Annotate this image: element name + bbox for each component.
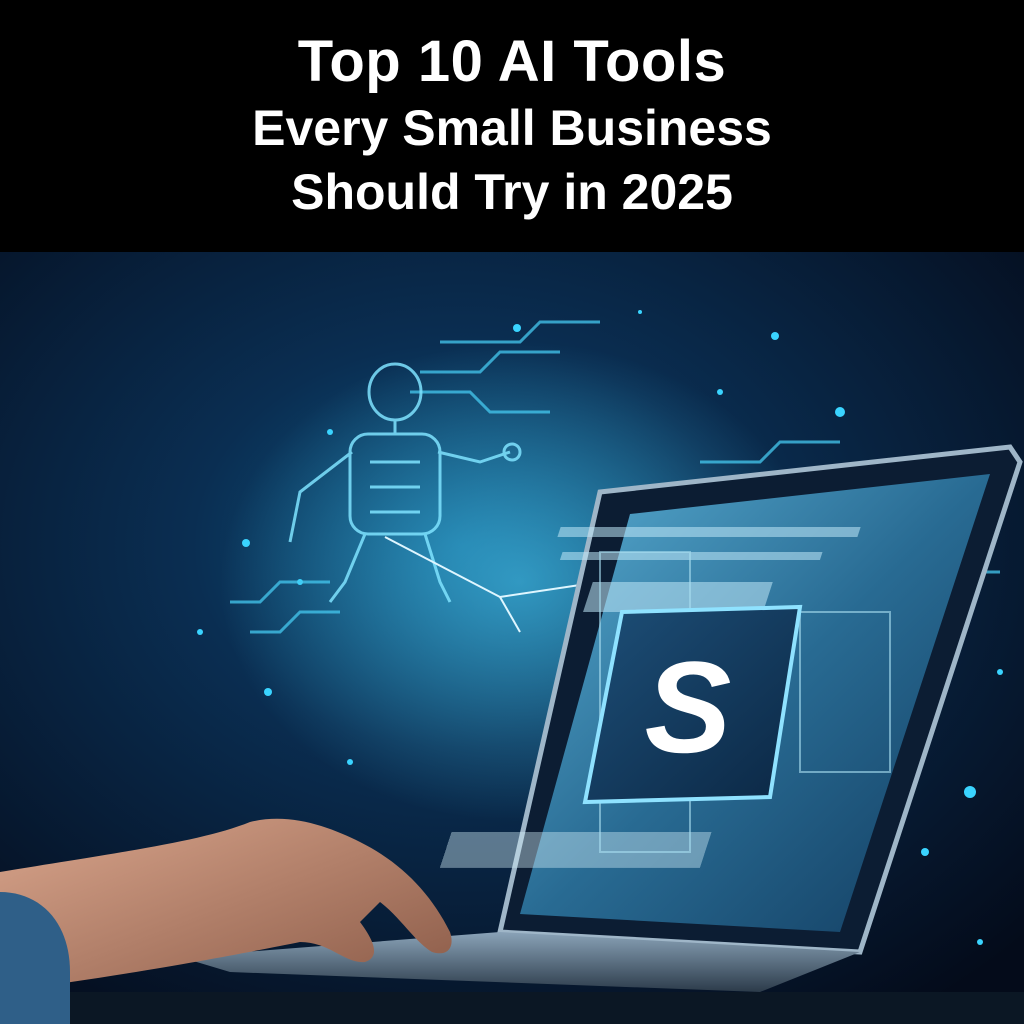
hero-illustration: S xyxy=(0,252,1024,1024)
hero-svg: S xyxy=(0,252,1024,1024)
title-line-3: Should Try in 2025 xyxy=(291,164,733,220)
dollar-s-logo-icon: S xyxy=(582,604,803,805)
title-banner: Top 10 AI Tools Every Small Business Sho… xyxy=(0,0,1024,252)
title-line-1: Top 10 AI Tools xyxy=(297,29,727,94)
page: Top 10 AI Tools Every Small Business Sho… xyxy=(0,0,1024,1024)
desk-surface xyxy=(0,992,1024,1024)
title-line-2: Every Small Business xyxy=(252,100,772,156)
logo-glyph: S xyxy=(645,634,732,780)
